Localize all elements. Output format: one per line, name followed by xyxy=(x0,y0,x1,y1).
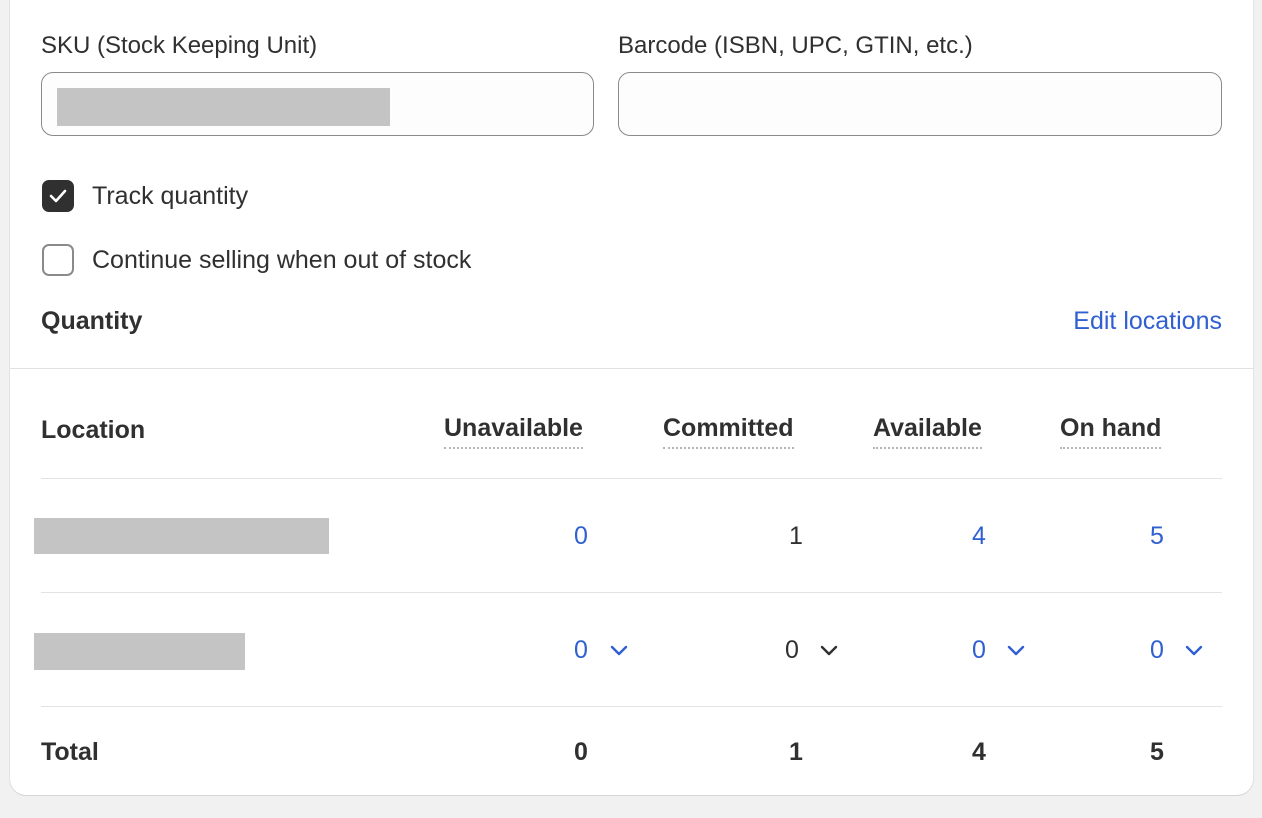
checkmark-icon xyxy=(49,189,67,203)
row2-unavailable[interactable]: 0 xyxy=(574,636,588,665)
continue-selling-checkbox[interactable] xyxy=(42,244,74,276)
continue-selling-label: Continue selling when out of stock xyxy=(92,245,472,274)
barcode-label: Barcode (ISBN, UPC, GTIN, etc.) xyxy=(618,32,973,59)
sku-input[interactable] xyxy=(41,72,594,136)
total-unavailable: 0 xyxy=(574,738,588,766)
redacted-location-name xyxy=(34,633,245,670)
row2-committed[interactable]: 0 xyxy=(785,636,799,665)
header-location: Location xyxy=(41,416,146,444)
total-label: Total xyxy=(41,738,99,766)
redacted-sku-value xyxy=(57,88,390,126)
row-divider xyxy=(41,706,1222,707)
header-available[interactable]: Available xyxy=(873,414,982,449)
sku-label: SKU (Stock Keeping Unit) xyxy=(41,32,318,59)
total-available: 4 xyxy=(972,738,986,766)
row1-available[interactable]: 4 xyxy=(972,522,986,551)
row1-unavailable[interactable]: 0 xyxy=(574,522,588,551)
row2-available[interactable]: 0 xyxy=(972,636,986,665)
redacted-location-name xyxy=(34,518,329,554)
edit-locations-link[interactable]: Edit locations xyxy=(1073,307,1222,336)
track-quantity-row[interactable]: Track quantity xyxy=(42,180,248,212)
inventory-card: SKU (Stock Keeping Unit) Barcode (ISBN, … xyxy=(10,0,1253,795)
barcode-input[interactable] xyxy=(618,72,1222,136)
row-divider xyxy=(41,478,1222,479)
header-unavailable[interactable]: Unavailable xyxy=(444,414,583,449)
row-divider xyxy=(41,592,1222,593)
total-committed: 1 xyxy=(789,738,803,766)
row1-on-hand[interactable]: 5 xyxy=(1150,522,1164,551)
track-quantity-label: Track quantity xyxy=(92,181,249,210)
chevron-down-icon[interactable] xyxy=(610,645,628,657)
header-committed[interactable]: Committed xyxy=(663,414,794,449)
quantity-title: Quantity xyxy=(41,307,143,335)
chevron-down-icon[interactable] xyxy=(820,645,838,657)
section-divider xyxy=(10,368,1253,369)
track-quantity-checkbox[interactable] xyxy=(42,180,74,212)
row1-committed: 1 xyxy=(789,522,803,550)
continue-selling-row[interactable]: Continue selling when out of stock xyxy=(42,244,471,276)
chevron-down-icon[interactable] xyxy=(1185,645,1203,657)
row2-on-hand[interactable]: 0 xyxy=(1150,636,1164,665)
header-on-hand[interactable]: On hand xyxy=(1060,414,1162,449)
total-on-hand: 5 xyxy=(1150,738,1164,766)
chevron-down-icon[interactable] xyxy=(1007,645,1025,657)
